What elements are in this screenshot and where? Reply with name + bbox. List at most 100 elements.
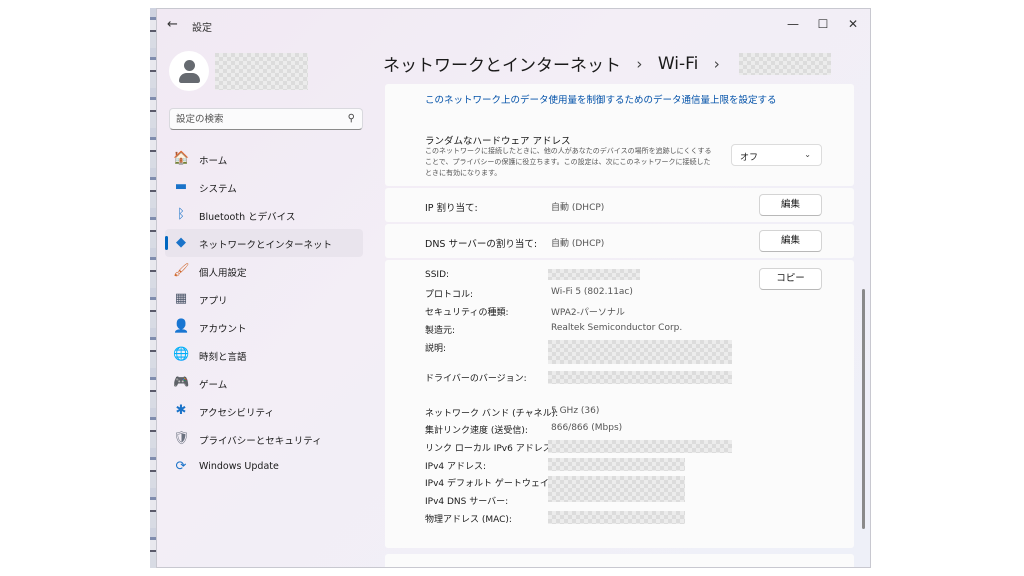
maximize-button[interactable]: ☐ [809, 14, 837, 34]
sidebar-item-apps[interactable]: ▦ アプリ [165, 285, 363, 313]
copy-button[interactable]: コピー [759, 268, 822, 290]
sidebar-item-accounts[interactable]: 👤 アカウント [165, 313, 363, 341]
breadcrumb-wifi[interactable]: Wi-Fi [658, 54, 699, 74]
driver-version-label: ドライバーのバージョン: [425, 374, 527, 384]
redacted-ipv6-address [548, 440, 732, 453]
sidebar-item-label: Windows Update [199, 461, 279, 472]
home-icon: 🏠 [173, 151, 190, 166]
ipv4-gateway-label: IPv4 デフォルト ゲートウェイ: [425, 479, 552, 489]
back-arrow-icon[interactable]: ← [167, 17, 178, 32]
dns-assignment-title: DNS サーバーの割り当て: [425, 239, 538, 250]
properties-card: コピー SSID: プロトコル: Wi-Fi 5 (802.11ac) セキュリ… [385, 260, 854, 548]
random-hw-address-select[interactable]: オフ ⌄ [731, 144, 822, 166]
redacted-ipv4-gateway [548, 476, 685, 502]
sidebar-item-personalization[interactable]: 🖌 個人用設定 [165, 257, 363, 285]
avatar-head [184, 60, 195, 71]
protocol-value: Wi-Fi 5 (802.11ac) [551, 287, 633, 297]
sidebar-item-system[interactable]: ▬ システム [165, 173, 363, 201]
dns-assignment-value: 自動 (DHCP) [551, 239, 605, 249]
search-icon[interactable]: ⚲ [348, 113, 355, 124]
bluetooth-icon: ᛒ [177, 207, 185, 222]
select-value: オフ [740, 153, 759, 163]
sidebar-item-label: アクセシビリティ [199, 408, 274, 419]
sidebar-item-accessibility[interactable]: ✱ アクセシビリティ [165, 397, 363, 425]
security-type-label: セキュリティの種類: [425, 308, 509, 318]
main-content: このネットワーク上のデータ使用量を制御するためのデータ通信量上限を設定する ラン… [385, 84, 854, 567]
sidebar-item-label: ネットワークとインターネット [199, 240, 333, 251]
ipv6-address-label: リンク ローカル IPv6 アドレス: [425, 444, 555, 454]
sidebar-item-network[interactable]: ◆ ネットワークとインターネット [165, 229, 363, 257]
chevron-down-icon: ⌄ [804, 150, 811, 159]
data-limit-link[interactable]: このネットワーク上のデータ使用量を制御するためのデータ通信量上限を設定する [425, 92, 777, 106]
sidebar-item-label: 個人用設定 [199, 268, 247, 279]
protocol-label: プロトコル: [425, 290, 474, 300]
gamepad-icon: 🎮 [173, 375, 190, 390]
sidebar-item-label: アカウント [199, 324, 247, 335]
sidebar-item-label: アプリ [199, 296, 228, 307]
random-hw-address-title: ランダムなハードウェア アドレス [425, 136, 571, 147]
brush-icon: 🖌 [173, 263, 190, 278]
apps-icon: ▦ [174, 291, 188, 306]
random-hw-address-description: このネットワークに接続したときに、他の人があなたのデバイスの場所を追跡しにくくす… [425, 147, 712, 177]
user-avatar[interactable] [169, 51, 209, 91]
sidebar-item-home[interactable]: 🏠 ホーム [165, 145, 363, 173]
sidebar-item-gaming[interactable]: 🎮 ゲーム [165, 369, 363, 397]
page: ← 設定 — ☐ ✕ ⚲ 🏠 ホーム ▬ システム ᛒ [0, 0, 1024, 576]
sidebar-item-label: Bluetooth とデバイス [199, 212, 296, 223]
settings-window: ← 設定 — ☐ ✕ ⚲ 🏠 ホーム ▬ システム ᛒ [156, 8, 871, 568]
minimize-button[interactable]: — [779, 14, 807, 34]
monitor-icon: ▬ [174, 179, 188, 194]
sidebar-item-time-language[interactable]: 🌐 時刻と言語 [165, 341, 363, 369]
link-speed-label: 集計リンク速度 (送受信): [425, 426, 528, 436]
ipv4-address-label: IPv4 アドレス: [425, 462, 487, 472]
breadcrumb-network[interactable]: ネットワークとインターネット [383, 51, 621, 76]
manufacturer-value: Realtek Semiconductor Corp. [551, 323, 683, 333]
scrollbar[interactable] [862, 289, 865, 529]
dns-assignment-card: DNS サーバーの割り当て: 自動 (DHCP) 編集 [385, 224, 854, 258]
breadcrumb: ネットワークとインターネット › Wi-Fi › [383, 51, 832, 77]
ssid-label: SSID: [425, 270, 450, 280]
search-input[interactable] [176, 112, 336, 127]
ip-edit-button[interactable]: 編集 [759, 194, 822, 216]
sidebar-item-bluetooth[interactable]: ᛒ Bluetooth とデバイス [165, 201, 363, 229]
redacted-ipv4-address [548, 458, 685, 471]
mac-address-label: 物理アドレス (MAC): [425, 515, 512, 525]
sidebar-item-label: ホーム [199, 156, 228, 167]
redacted-user-name [215, 53, 308, 90]
wifi-icon: ◆ [176, 235, 186, 250]
shield-icon: 🛡 [173, 431, 190, 446]
link-speed-value: 866/866 (Mbps) [551, 423, 623, 433]
redacted-ssid [548, 269, 640, 280]
title-bar: ← 設定 — ☐ ✕ [157, 9, 870, 39]
accessibility-icon: ✱ [175, 403, 187, 418]
sidebar-nav: 🏠 ホーム ▬ システム ᛒ Bluetooth とデバイス ◆ ネットワークと… [165, 145, 363, 481]
description-label: 説明: [425, 344, 447, 354]
ipv4-dns-label: IPv4 DNS サーバー: [425, 497, 509, 507]
update-icon: ⟳ [175, 459, 187, 474]
avatar-body [179, 73, 200, 83]
sidebar-item-privacy[interactable]: 🛡 プライバシーとセキュリティ [165, 425, 363, 453]
sidebar-item-label: システム [199, 184, 237, 195]
sidebar-item-label: 時刻と言語 [199, 352, 247, 363]
redacted-mac-address [548, 511, 685, 524]
network-band-value: 5 GHz (36) [551, 406, 600, 416]
next-settings-card [385, 554, 854, 567]
search-box[interactable]: ⚲ [169, 108, 363, 130]
redacted-driver-version [548, 371, 732, 384]
sidebar-item-label: ゲーム [199, 380, 228, 391]
random-hw-address-card: ランダムなハードウェア アドレス このネットワークに接続したときに、他の人があな… [385, 124, 854, 186]
breadcrumb-separator: › [713, 54, 720, 73]
dns-edit-button[interactable]: 編集 [759, 230, 822, 252]
sidebar-item-windows-update[interactable]: ⟳ Windows Update [165, 453, 363, 481]
redacted-network-name [739, 52, 832, 75]
ip-assignment-card: IP 割り当て: 自動 (DHCP) 編集 [385, 188, 854, 222]
security-type-value: WPA2-パーソナル [551, 308, 625, 318]
globe-clock-icon: 🌐 [173, 347, 190, 362]
redacted-description [548, 340, 732, 364]
app-title: 設定 [192, 23, 212, 34]
account-icon: 👤 [173, 319, 190, 334]
manufacturer-label: 製造元: [425, 326, 456, 336]
network-band-label: ネットワーク バンド (チャネル): [425, 409, 559, 419]
ip-assignment-title: IP 割り当て: [425, 203, 478, 214]
close-button[interactable]: ✕ [839, 14, 867, 34]
